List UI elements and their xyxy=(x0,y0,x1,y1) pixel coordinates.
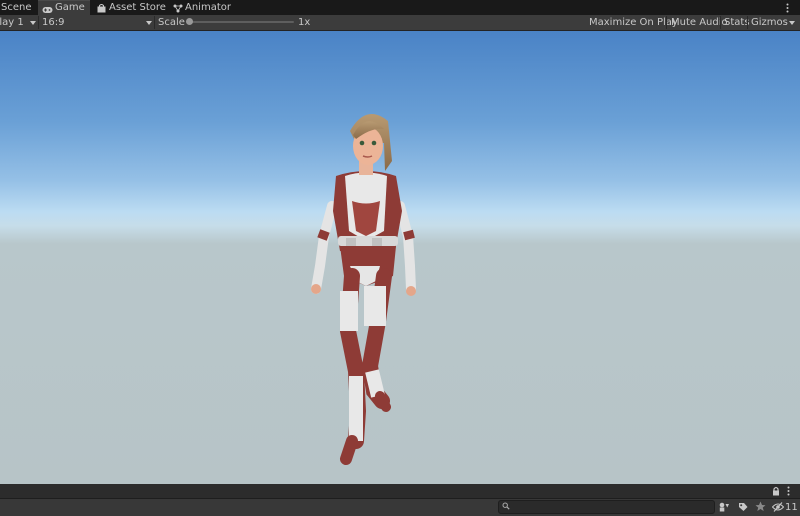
scale-value: 1x xyxy=(298,17,311,28)
search-input[interactable] xyxy=(498,500,715,514)
display-dropdown[interactable]: play 1 xyxy=(0,15,38,30)
tab-scene[interactable]: Scene xyxy=(0,0,38,15)
gamepad-icon xyxy=(42,4,53,13)
window-tab-bar: Scene Game Asset Store Animator xyxy=(0,0,800,15)
tab-scene-label: Scene xyxy=(1,2,32,13)
chevron-down-icon xyxy=(30,21,36,25)
search-icon xyxy=(502,502,510,513)
gizmos-dropdown[interactable]: Gizmos xyxy=(751,15,799,30)
eye-slash-icon xyxy=(771,502,785,515)
tab-animator-label: Animator xyxy=(185,2,231,13)
scale-slider[interactable] xyxy=(186,18,294,25)
tab-asset-store[interactable]: Asset Store xyxy=(95,0,166,15)
scale-label: Scale xyxy=(158,17,185,28)
tab-asset-store-label: Asset Store xyxy=(109,2,166,13)
filter-by-type-icon[interactable] xyxy=(719,502,730,515)
lock-icon[interactable] xyxy=(772,486,780,499)
tab-animator[interactable]: Animator xyxy=(172,0,232,15)
maximize-on-play-toggle[interactable]: Maximize On Play xyxy=(589,15,678,30)
hidden-packages-toggle[interactable]: 11 xyxy=(771,501,800,515)
tab-game-label: Game xyxy=(55,2,85,13)
gizmos-label: Gizmos xyxy=(751,17,788,28)
project-search-row: 11 xyxy=(0,499,800,516)
scale-slider-handle[interactable] xyxy=(186,18,193,25)
hidden-packages-count: 11 xyxy=(785,502,798,513)
tab-game[interactable]: Game xyxy=(38,0,90,15)
favorites-star-icon[interactable] xyxy=(755,501,766,515)
bottom-panel-header xyxy=(0,484,800,499)
game-viewport[interactable] xyxy=(0,31,800,484)
game-view-toolbar: play 1 16:9 Scale 1x Maximize On Play Mu… xyxy=(0,15,800,31)
aspect-dropdown[interactable]: 16:9 xyxy=(39,15,154,30)
aspect-label: 16:9 xyxy=(42,17,65,28)
filter-by-label-icon[interactable] xyxy=(738,502,748,515)
chevron-down-icon xyxy=(146,21,152,25)
more-options-icon[interactable] xyxy=(786,3,789,13)
chevron-down-icon xyxy=(789,21,795,25)
scale-slider-track xyxy=(186,21,294,23)
stats-toggle[interactable]: Stats xyxy=(724,15,750,30)
display-label: play 1 xyxy=(0,17,24,28)
walking-character xyxy=(311,113,416,465)
more-options-icon[interactable] xyxy=(787,486,790,499)
bottom-panel: 11 xyxy=(0,484,800,516)
